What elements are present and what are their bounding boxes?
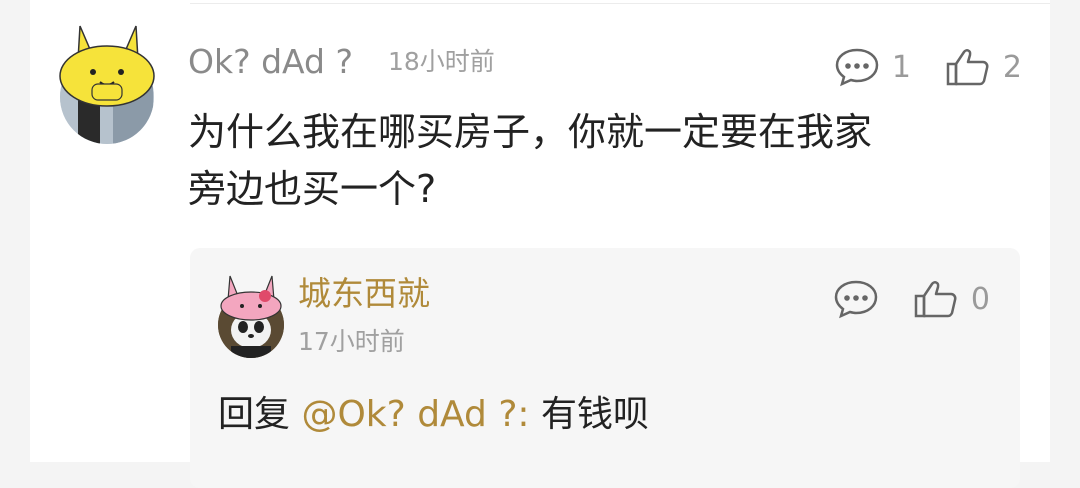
reply-count: 1 [891, 49, 911, 85]
comment-card: Ok? dAd ? 18小时前 1 2 为什么我在哪买房子，你就一定要在我家 旁… [30, 0, 1050, 488]
user-avatar[interactable] [58, 20, 156, 145]
reply-timestamp: 17小时前 [298, 327, 405, 356]
reply-content: 有钱呗 [529, 394, 650, 435]
reply-mention-link[interactable]: @Ok? dAd ?: [301, 394, 529, 435]
reply-like-count: 0 [970, 281, 990, 317]
reply-card: 城东西就 17小时前 0 回复 @Ok? dAd ?: 有钱呗 [190, 248, 1020, 488]
like-count: 2 [1002, 49, 1022, 85]
comment-actions: 1 2 [834, 42, 1022, 92]
reply-user-avatar[interactable] [216, 272, 286, 358]
comment-text-line: 旁边也买一个? [188, 167, 437, 211]
reply-action[interactable]: 1 [834, 47, 911, 87]
reply-actions: 0 [833, 274, 990, 324]
reply-reply-action[interactable] [833, 279, 879, 319]
comment-text: 为什么我在哪买房子，你就一定要在我家 旁边也买一个? [188, 104, 1018, 218]
reply-like-action[interactable]: 0 [913, 279, 990, 319]
comment-text-line: 为什么我在哪买房子，你就一定要在我家 [188, 110, 873, 154]
thumbs-up-icon [914, 281, 957, 318]
divider [190, 3, 1050, 4]
like-action[interactable]: 2 [945, 47, 1022, 87]
reply-prefix: 回复 [218, 394, 302, 435]
comment-bubble-icon [834, 280, 878, 319]
comment-timestamp: 18小时前 [388, 47, 495, 76]
thumbs-up-icon [946, 49, 989, 86]
comment-bubble-icon [835, 48, 879, 87]
reply-text: 回复 @Ok? dAd ?: 有钱呗 [218, 390, 649, 440]
reply-username[interactable]: 城东西就 [298, 272, 430, 316]
comment-username[interactable]: Ok? dAd ? [188, 40, 353, 84]
